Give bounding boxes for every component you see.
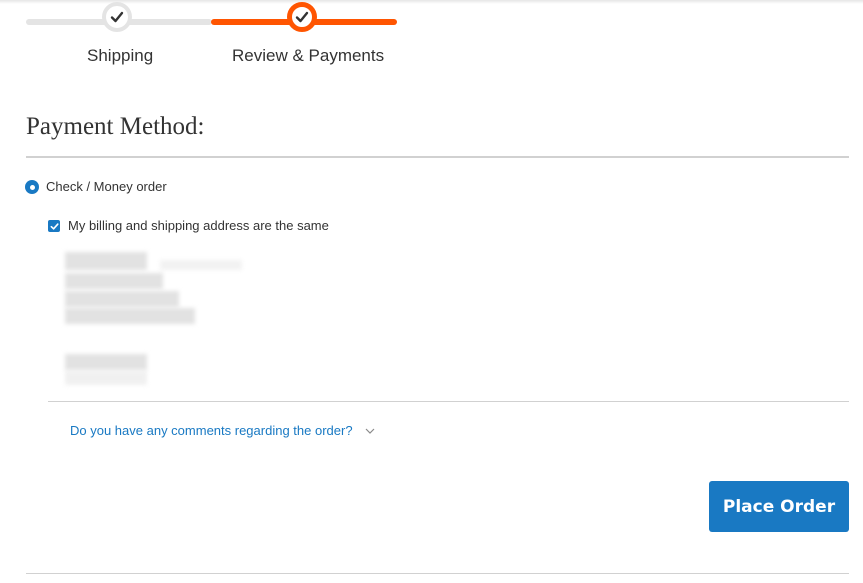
checkout-progress-bar: Shipping Review & Payments — [0, 0, 863, 80]
check-money-order-radio[interactable] — [25, 180, 39, 194]
redacted-line — [160, 260, 242, 270]
redacted-line — [65, 291, 179, 307]
step-review-label: Review & Payments — [232, 46, 385, 65]
same-address-label[interactable]: My billing and shipping address are the … — [68, 218, 329, 233]
payment-title-divider — [26, 156, 849, 158]
redacted-line — [65, 273, 163, 289]
check-icon — [295, 11, 309, 23]
order-comments-link-text[interactable]: Do you have any comments regarding the o… — [70, 423, 353, 438]
order-comments-toggle[interactable]: Do you have any comments regarding the o… — [70, 423, 375, 438]
step-shipping-label[interactable]: Shipping — [87, 46, 153, 66]
comments-divider — [48, 401, 849, 402]
payment-method-title: Payment Method: — [26, 113, 205, 140]
redacted-line — [65, 252, 147, 270]
check-icon — [110, 11, 124, 23]
chevron-down-icon — [365, 428, 374, 434]
redacted-line — [65, 308, 195, 324]
checkmark-icon — [50, 222, 59, 230]
redacted-line — [65, 371, 147, 385]
bottom-divider — [26, 573, 849, 574]
step-review-marker — [287, 2, 317, 32]
check-money-order-label[interactable]: Check / Money order — [46, 179, 167, 194]
step-shipping-marker[interactable] — [102, 2, 132, 32]
place-order-button[interactable]: Place Order — [709, 481, 849, 532]
same-address-checkbox[interactable] — [48, 220, 60, 232]
redacted-line — [65, 354, 147, 370]
